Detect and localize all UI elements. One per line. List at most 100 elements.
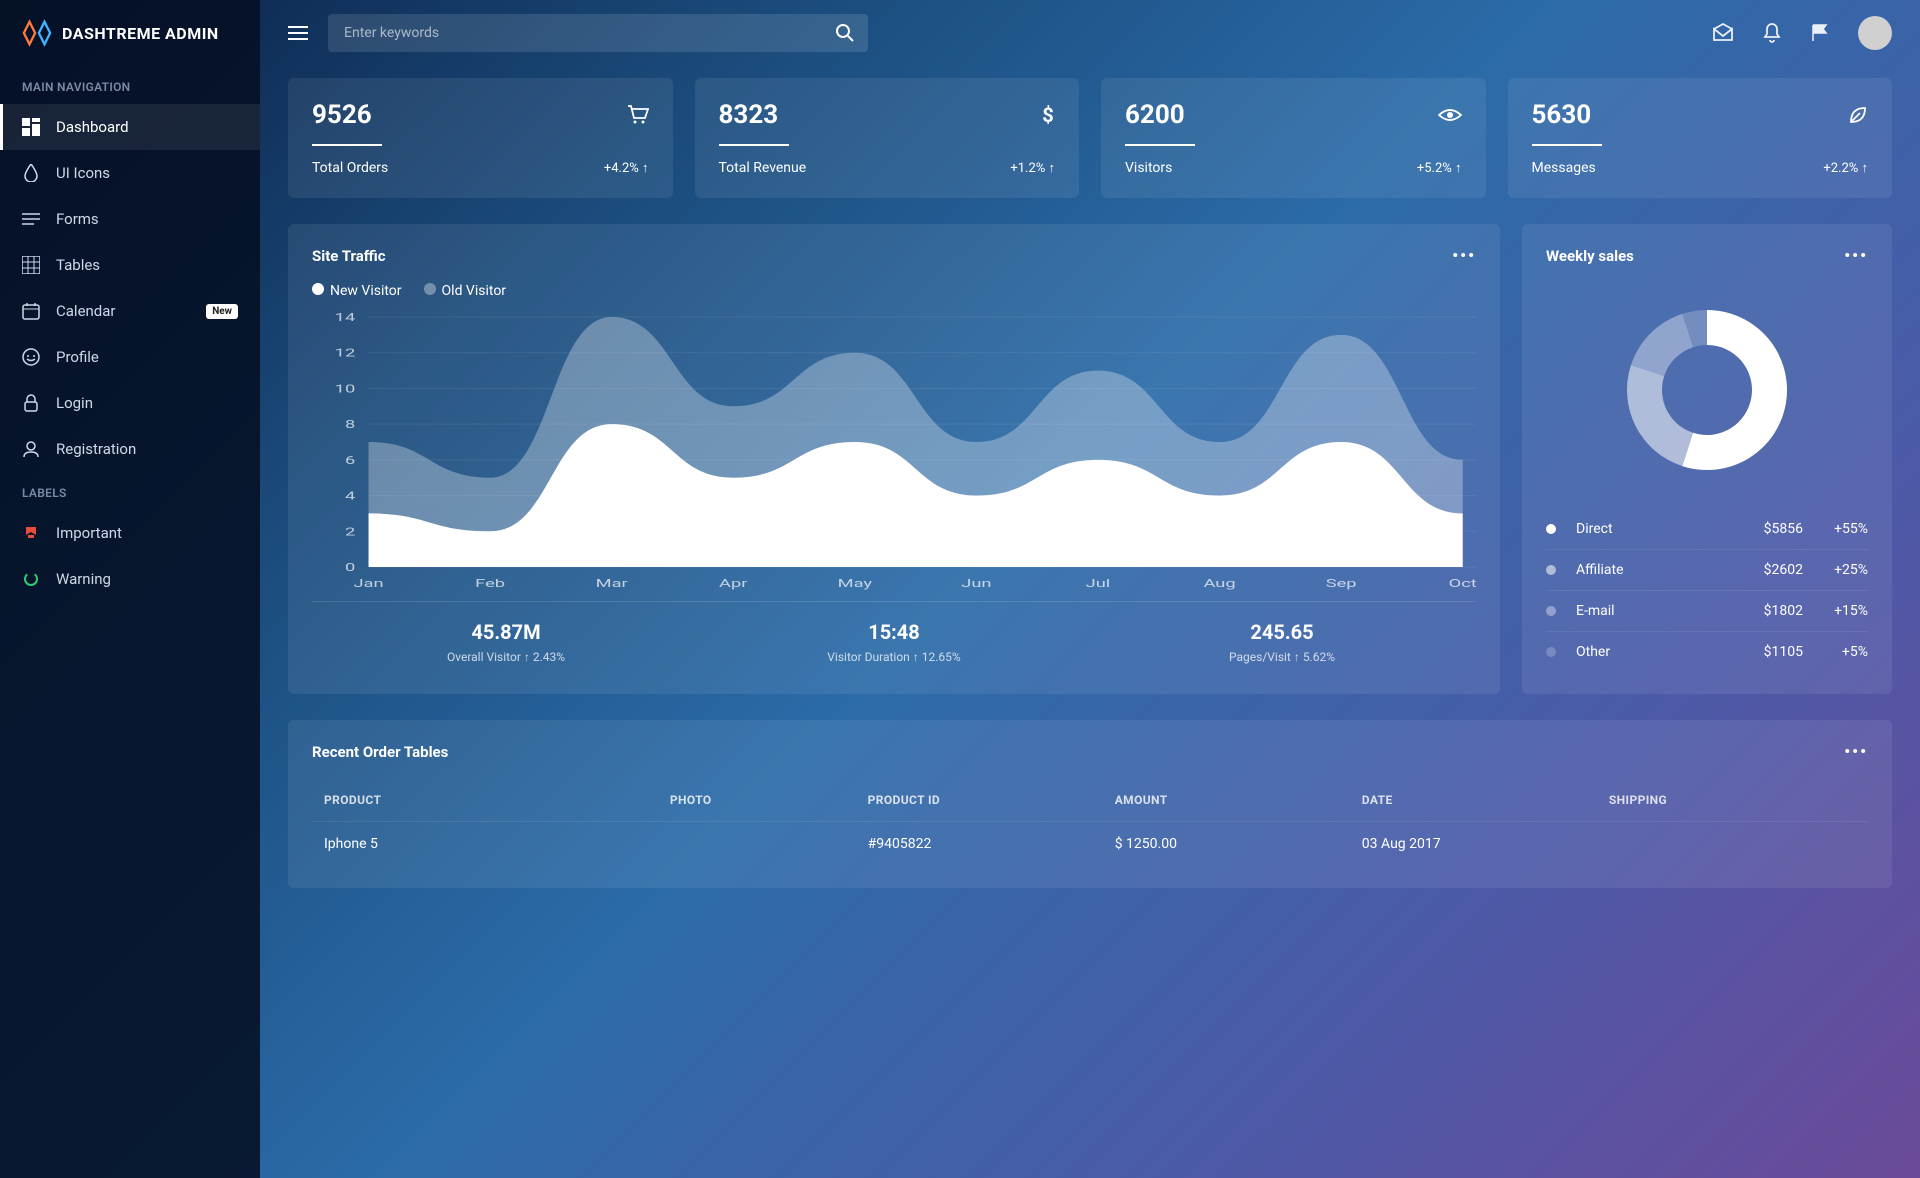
legend-label: New Visitor <box>330 283 402 299</box>
stat-row: 9526 Total Orders +4.2% ↑ 8323 $ <box>288 78 1892 198</box>
panel-title: Recent Order Tables <box>312 743 448 761</box>
nav-header-main: MAIN NAVIGATION <box>0 66 260 104</box>
stat-divider <box>1532 144 1602 146</box>
cart-icon <box>627 105 649 125</box>
series-amount: $1802 <box>1733 603 1803 619</box>
table-header: PRODUCT PHOTO PRODUCT ID AMOUNT DATE SHI… <box>312 779 1868 821</box>
avatar[interactable] <box>1858 16 1892 50</box>
svg-text:Aug: Aug <box>1203 577 1235 590</box>
chart-legend: New Visitor Old Visitor <box>312 283 1476 299</box>
svg-text:Jul: Jul <box>1086 577 1111 590</box>
table-row[interactable]: Iphone 5 #9405822 $ 1250.00 03 Aug 2017 <box>312 821 1868 866</box>
svg-text:14: 14 <box>335 311 356 324</box>
new-badge: New <box>206 304 238 319</box>
cell-date: 03 Aug 2017 <box>1362 836 1609 852</box>
col-header: PRODUCT <box>324 793 670 807</box>
important-icon <box>22 524 40 542</box>
footer-label: Pages/Visit ↑ 5.62% <box>1088 650 1476 664</box>
stat-change: +1.2% ↑ <box>1010 160 1055 176</box>
stat-label: Messages <box>1532 160 1596 176</box>
leaf-icon <box>1848 105 1868 125</box>
calendar-icon <box>22 302 40 320</box>
sidebar-item-label: Dashboard <box>56 118 129 136</box>
search-icon[interactable] <box>836 24 854 42</box>
sidebar-item-ui-icons[interactable]: UI Icons <box>0 150 260 196</box>
sidebar-label-warning[interactable]: Warning <box>0 556 260 602</box>
bell-icon[interactable] <box>1762 22 1782 44</box>
sidebar-label-text: Important <box>56 524 122 542</box>
eye-icon <box>1438 107 1462 123</box>
cell-product: Iphone 5 <box>324 836 670 852</box>
panel-title: Weekly sales <box>1546 247 1634 265</box>
sidebar-item-label: Registration <box>56 440 136 458</box>
series-label: Affiliate <box>1576 562 1723 578</box>
sidebar-item-login[interactable]: Login <box>0 380 260 426</box>
sidebar-item-forms[interactable]: Forms <box>0 196 260 242</box>
lock-icon <box>22 394 40 412</box>
svg-text:4: 4 <box>345 489 356 502</box>
weekly-sales-row: Other $1105 +5% <box>1546 631 1868 672</box>
sidebar-label-important[interactable]: Important <box>0 510 260 556</box>
sidebar-item-label: Forms <box>56 210 99 228</box>
sidebar-item-registration[interactable]: Registration <box>0 426 260 472</box>
more-icon[interactable]: ••• <box>1844 246 1868 265</box>
series-dot-icon <box>1546 606 1556 616</box>
sidebar-item-dashboard[interactable]: Dashboard <box>0 104 260 150</box>
stat-divider <box>719 144 789 146</box>
stat-divider <box>1125 144 1195 146</box>
forms-icon <box>22 210 40 228</box>
cell-product-id: #9405822 <box>868 836 1115 852</box>
nav-header-labels: LABELS <box>0 472 260 510</box>
brand[interactable]: DASHTREME ADMIN <box>0 0 260 66</box>
mail-icon[interactable] <box>1712 23 1734 43</box>
sidebar-item-tables[interactable]: Tables <box>0 242 260 288</box>
weekly-sales-row: Direct $5856 +55% <box>1546 509 1868 549</box>
search-box <box>328 14 868 52</box>
series-dot-icon <box>1546 565 1556 575</box>
drop-icon <box>22 164 40 182</box>
more-icon[interactable]: ••• <box>1844 742 1868 761</box>
sidebar-label-text: Warning <box>56 570 111 588</box>
stat-label: Total Revenue <box>719 160 807 176</box>
svg-text:12: 12 <box>335 347 356 360</box>
svg-text:May: May <box>838 577 872 590</box>
stat-card-orders: 9526 Total Orders +4.2% ↑ <box>288 78 673 198</box>
svg-text:Apr: Apr <box>719 577 747 590</box>
dashboard-icon <box>22 118 40 136</box>
stat-value: 5630 <box>1532 100 1592 130</box>
flag-icon[interactable] <box>1810 23 1830 43</box>
menu-toggle-icon[interactable] <box>288 25 308 41</box>
col-header: PRODUCT ID <box>868 793 1115 807</box>
sidebar-item-profile[interactable]: Profile <box>0 334 260 380</box>
chart-footer: 45.87MOverall Visitor ↑ 2.43% 15:48Visit… <box>312 601 1476 664</box>
svg-text:Jan: Jan <box>353 577 383 590</box>
topbar-right <box>1712 16 1892 50</box>
more-icon[interactable]: ••• <box>1452 246 1476 265</box>
svg-text:2: 2 <box>345 525 355 538</box>
footer-label: Visitor Duration ↑ 12.65% <box>700 650 1088 664</box>
legend-dot-icon <box>424 283 436 295</box>
series-pct: +15% <box>1813 603 1868 619</box>
table-icon <box>22 256 40 274</box>
sidebar: DASHTREME ADMIN MAIN NAVIGATION Dashboar… <box>0 0 260 1178</box>
sidebar-item-label: Tables <box>56 256 100 274</box>
stat-change: +5.2% ↑ <box>1417 160 1462 176</box>
series-label: E-mail <box>1576 603 1723 619</box>
weekly-sales-row: Affiliate $2602 +25% <box>1546 549 1868 590</box>
dollar-icon: $ <box>1041 104 1055 126</box>
svg-text:Oct: Oct <box>1449 577 1476 590</box>
series-label: Other <box>1576 644 1723 660</box>
sidebar-item-label: Calendar <box>56 302 116 320</box>
series-pct: +25% <box>1813 562 1868 578</box>
svg-text:0: 0 <box>345 561 355 574</box>
search-input[interactable] <box>328 14 868 52</box>
svg-text:$: $ <box>1042 104 1053 126</box>
series-amount: $2602 <box>1733 562 1803 578</box>
series-amount: $5856 <box>1733 521 1803 537</box>
recent-orders-panel: Recent Order Tables ••• PRODUCT PHOTO PR… <box>288 720 1892 888</box>
footer-value: 245.65 <box>1088 620 1476 644</box>
stat-card-visitors: 6200 Visitors +5.2% ↑ <box>1101 78 1486 198</box>
stat-change: +4.2% ↑ <box>604 160 649 176</box>
stat-label: Visitors <box>1125 160 1172 176</box>
sidebar-item-calendar[interactable]: Calendar New <box>0 288 260 334</box>
